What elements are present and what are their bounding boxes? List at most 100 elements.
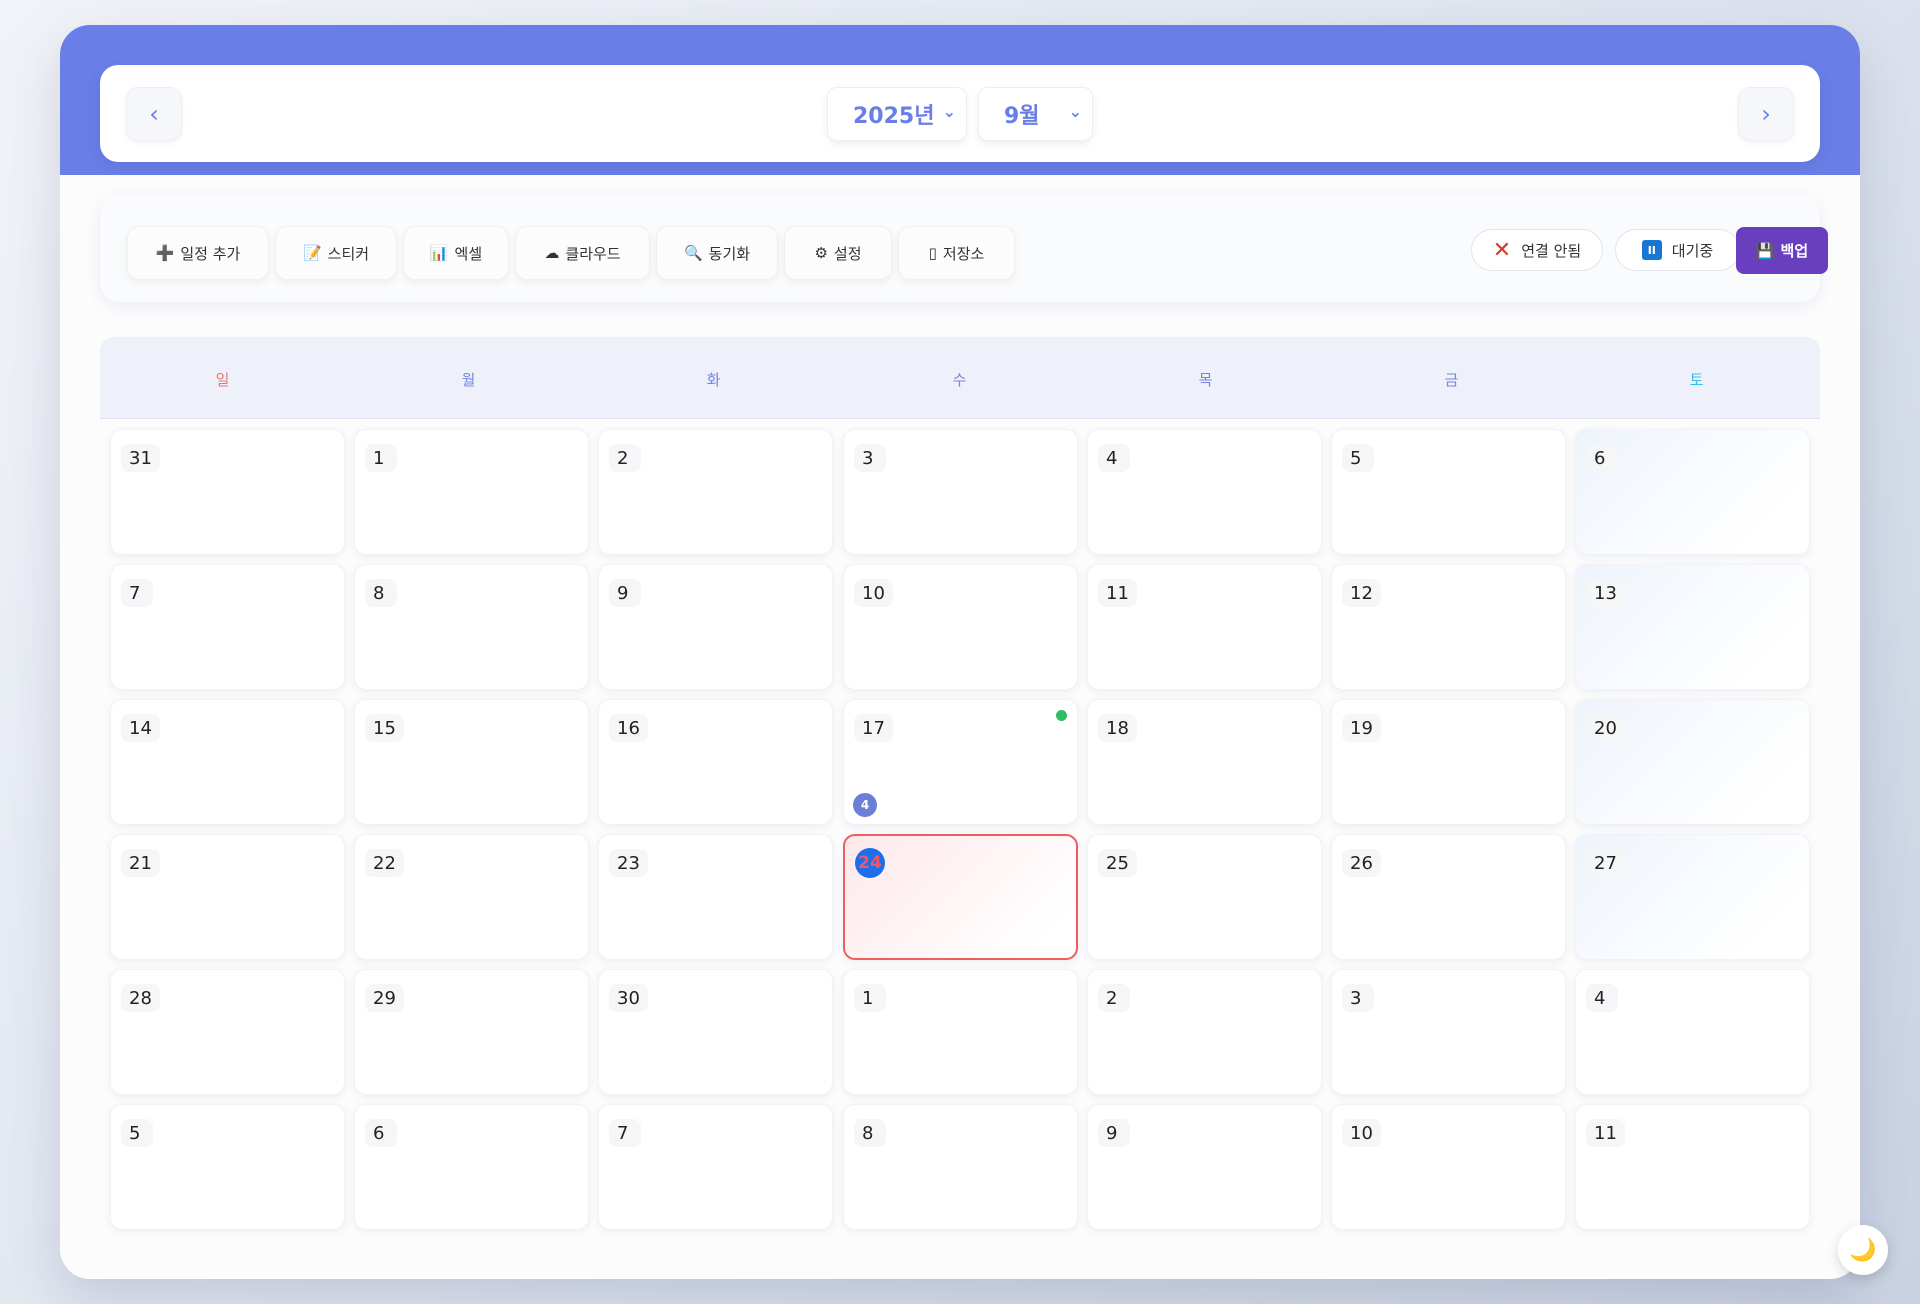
calendar-day[interactable]: 1 — [354, 429, 589, 555]
calendar-day-today[interactable]: 24 — [843, 834, 1078, 960]
year-select[interactable]: 2025년 ⌄ — [827, 87, 967, 141]
sticker-button[interactable]: 📝 스티커 — [275, 226, 397, 280]
day-number: 1 — [365, 444, 397, 472]
weekday-header: 일 월 화 수 목 금 토 — [100, 337, 1820, 419]
chevron-down-icon: ⌄ — [1068, 102, 1082, 121]
weekday-sat: 토 — [1689, 371, 1704, 389]
day-number: 3 — [1342, 984, 1374, 1012]
sync-status-label: 대기중 — [1671, 241, 1714, 260]
calendar-day[interactable]: 12 — [1331, 564, 1566, 690]
day-number: 2 — [609, 444, 641, 472]
close-icon: ✕ — [1492, 237, 1512, 263]
day-number: 13 — [1586, 579, 1625, 607]
calendar-day[interactable]: 3 — [843, 429, 1078, 555]
calendar-day[interactable]: 6 — [354, 1104, 589, 1230]
calendar-day[interactable]: 13 — [1575, 564, 1810, 690]
day-number: 9 — [1098, 1119, 1130, 1147]
connection-status-label: 연결 안됨 — [1521, 241, 1582, 260]
month-value: 9월 — [1004, 104, 1040, 129]
day-number: 1 — [854, 984, 886, 1012]
calendar-day[interactable]: 3 — [1331, 969, 1566, 1095]
day-number: 27 — [1586, 849, 1625, 877]
day-number: 24 — [855, 848, 885, 878]
calendar-day[interactable]: 11 — [1575, 1104, 1810, 1230]
day-number: 12 — [1342, 579, 1381, 607]
calendar-day[interactable]: 7 — [110, 564, 345, 690]
day-number: 21 — [121, 849, 160, 877]
calendar-day[interactable]: 18 — [1087, 699, 1322, 825]
sync-status[interactable]: II 대기중 — [1615, 229, 1740, 271]
day-number: 20 — [1586, 714, 1625, 742]
calendar-app: ‹ 2025년 ⌄ 9월 ⌄ › ➕ 일정 추가 📝 스티커 📊 엑셀 ☁ 클라… — [60, 25, 1860, 1279]
calendar-day[interactable]: 23 — [598, 834, 833, 960]
day-number: 31 — [121, 444, 160, 472]
calendar-day[interactable]: 19 — [1331, 699, 1566, 825]
calendar-day[interactable]: 17 4 — [843, 699, 1078, 825]
calendar-day[interactable]: 22 — [354, 834, 589, 960]
calendar-day[interactable]: 30 — [598, 969, 833, 1095]
calendar-day[interactable]: 28 — [110, 969, 345, 1095]
calendar-day[interactable]: 2 — [1087, 969, 1322, 1095]
event-count-badge[interactable]: 4 — [853, 793, 877, 817]
excel-button[interactable]: 📊 엑셀 — [403, 226, 509, 280]
storage-label: 저장소 — [942, 244, 985, 263]
calendar-day[interactable]: 26 — [1331, 834, 1566, 960]
backup-label: 백업 — [1780, 242, 1809, 260]
calendar-day[interactable]: 16 — [598, 699, 833, 825]
weekday-sun: 일 — [215, 371, 230, 389]
sync-button[interactable]: 🔍 동기화 — [656, 226, 778, 280]
weekday-thu: 목 — [1198, 371, 1213, 389]
memo-icon: 📝 — [302, 244, 322, 262]
calendar-day[interactable]: 15 — [354, 699, 589, 825]
day-number: 18 — [1098, 714, 1137, 742]
calendar-day[interactable]: 20 — [1575, 699, 1810, 825]
day-number: 23 — [609, 849, 648, 877]
floppy-icon: 💾 — [1755, 241, 1775, 260]
settings-button[interactable]: ⚙ 설정 — [784, 226, 892, 280]
calendar-day[interactable]: 9 — [1087, 1104, 1322, 1230]
chevron-down-icon: ⌄ — [942, 102, 956, 121]
calendar-day[interactable]: 14 — [110, 699, 345, 825]
calendar-day[interactable]: 1 — [843, 969, 1078, 1095]
calendar-day[interactable]: 27 — [1575, 834, 1810, 960]
day-number: 15 — [365, 714, 404, 742]
calendar-day[interactable]: 6 — [1575, 429, 1810, 555]
backup-button[interactable]: 💾 백업 — [1736, 227, 1828, 274]
gear-icon: ⚙ — [814, 244, 828, 262]
calendar-day[interactable]: 5 — [1331, 429, 1566, 555]
toolbar: ➕ 일정 추가 📝 스티커 📊 엑셀 ☁ 클라우드 🔍 동기화 ⚙ 설정 ▯ 저… — [100, 195, 1828, 302]
day-number: 5 — [1342, 444, 1374, 472]
calendar-day[interactable]: 10 — [1331, 1104, 1566, 1230]
calendar-day[interactable]: 31 — [110, 429, 345, 555]
cloud-icon: ☁ — [544, 244, 560, 262]
calendar-day[interactable]: 8 — [843, 1104, 1078, 1230]
calendar-day[interactable]: 4 — [1087, 429, 1322, 555]
weekday-fri: 금 — [1444, 371, 1459, 389]
add-event-button[interactable]: ➕ 일정 추가 — [127, 226, 269, 280]
cloud-label: 클라우드 — [565, 244, 621, 263]
connection-status[interactable]: ✕ 연결 안됨 — [1471, 229, 1603, 271]
storage-button[interactable]: ▯ 저장소 — [898, 226, 1015, 280]
cloud-button[interactable]: ☁ 클라우드 — [515, 226, 650, 280]
calendar-day[interactable]: 11 — [1087, 564, 1322, 690]
calendar-day[interactable]: 8 — [354, 564, 589, 690]
day-number: 3 — [854, 444, 886, 472]
calendar-day[interactable]: 4 — [1575, 969, 1810, 1095]
chart-icon: 📊 — [429, 244, 449, 262]
event-dot — [1056, 710, 1067, 721]
calendar-day[interactable]: 9 — [598, 564, 833, 690]
sticker-label: 스티커 — [327, 244, 370, 263]
day-number: 8 — [854, 1119, 886, 1147]
calendar-day[interactable]: 7 — [598, 1104, 833, 1230]
calendar-day[interactable]: 5 — [110, 1104, 345, 1230]
calendar-day[interactable]: 25 — [1087, 834, 1322, 960]
calendar-day[interactable]: 10 — [843, 564, 1078, 690]
calendar-day[interactable]: 21 — [110, 834, 345, 960]
calendar-day[interactable]: 29 — [354, 969, 589, 1095]
month-select[interactable]: 9월 ⌄ — [978, 87, 1093, 141]
theme-toggle-button[interactable]: 🌙 — [1838, 1225, 1888, 1275]
day-number: 22 — [365, 849, 404, 877]
calendar-day[interactable]: 2 — [598, 429, 833, 555]
next-month-button[interactable]: › — [1738, 87, 1794, 141]
prev-month-button[interactable]: ‹ — [126, 87, 182, 141]
